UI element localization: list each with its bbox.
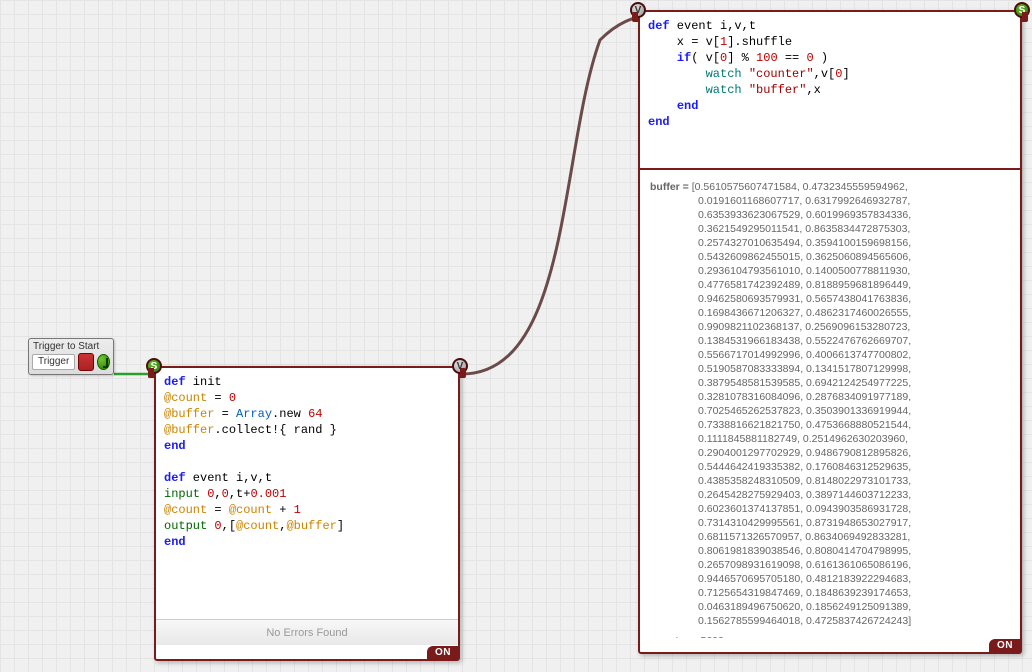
status-bar: No Errors Found [156,619,458,645]
trigger-stop-button[interactable] [78,353,94,371]
trigger-to-start-node[interactable]: Trigger to Start Trigger [28,338,114,375]
watch-buffer-values: 0.5610575607471584, 0.4732345559594962,0… [695,181,912,627]
port-out-nib [460,368,466,378]
onoff-toggle-right[interactable]: ON [989,639,1021,653]
script-node-init[interactable]: S V def init @count = 0 @buffer = Array.… [154,366,460,661]
trigger-run-button[interactable] [97,354,110,370]
watch-buffer: buffer = [0.5610575607471584, 0.47323455… [650,180,1010,628]
watch-counter-label: counter = [650,635,700,638]
code-editor-event[interactable]: def event i,v,t x = v[1].shuffle if( v[0… [640,12,1020,136]
onoff-toggle-left[interactable]: ON [427,646,459,660]
port-in-nib-right [632,12,638,22]
port-out-nib-right [1022,12,1028,22]
watch-output: buffer = [0.5610575607471584, 0.47323455… [640,172,1020,638]
watch-counter: counter = 5600 [650,634,1010,638]
script-node-event[interactable]: V S def event i,v,t x = v[1].shuffle if(… [638,10,1022,654]
trigger-title: Trigger to Start [29,339,113,353]
code-editor-init[interactable]: def init @count = 0 @buffer = Array.new … [156,368,458,556]
node-divider [640,168,1020,170]
trigger-label: Trigger [32,354,75,370]
watch-buffer-label: buffer = [650,181,692,193]
port-in-nib [148,368,154,378]
watch-counter-value: 5600 [700,635,723,638]
status-text: No Errors Found [266,627,347,639]
